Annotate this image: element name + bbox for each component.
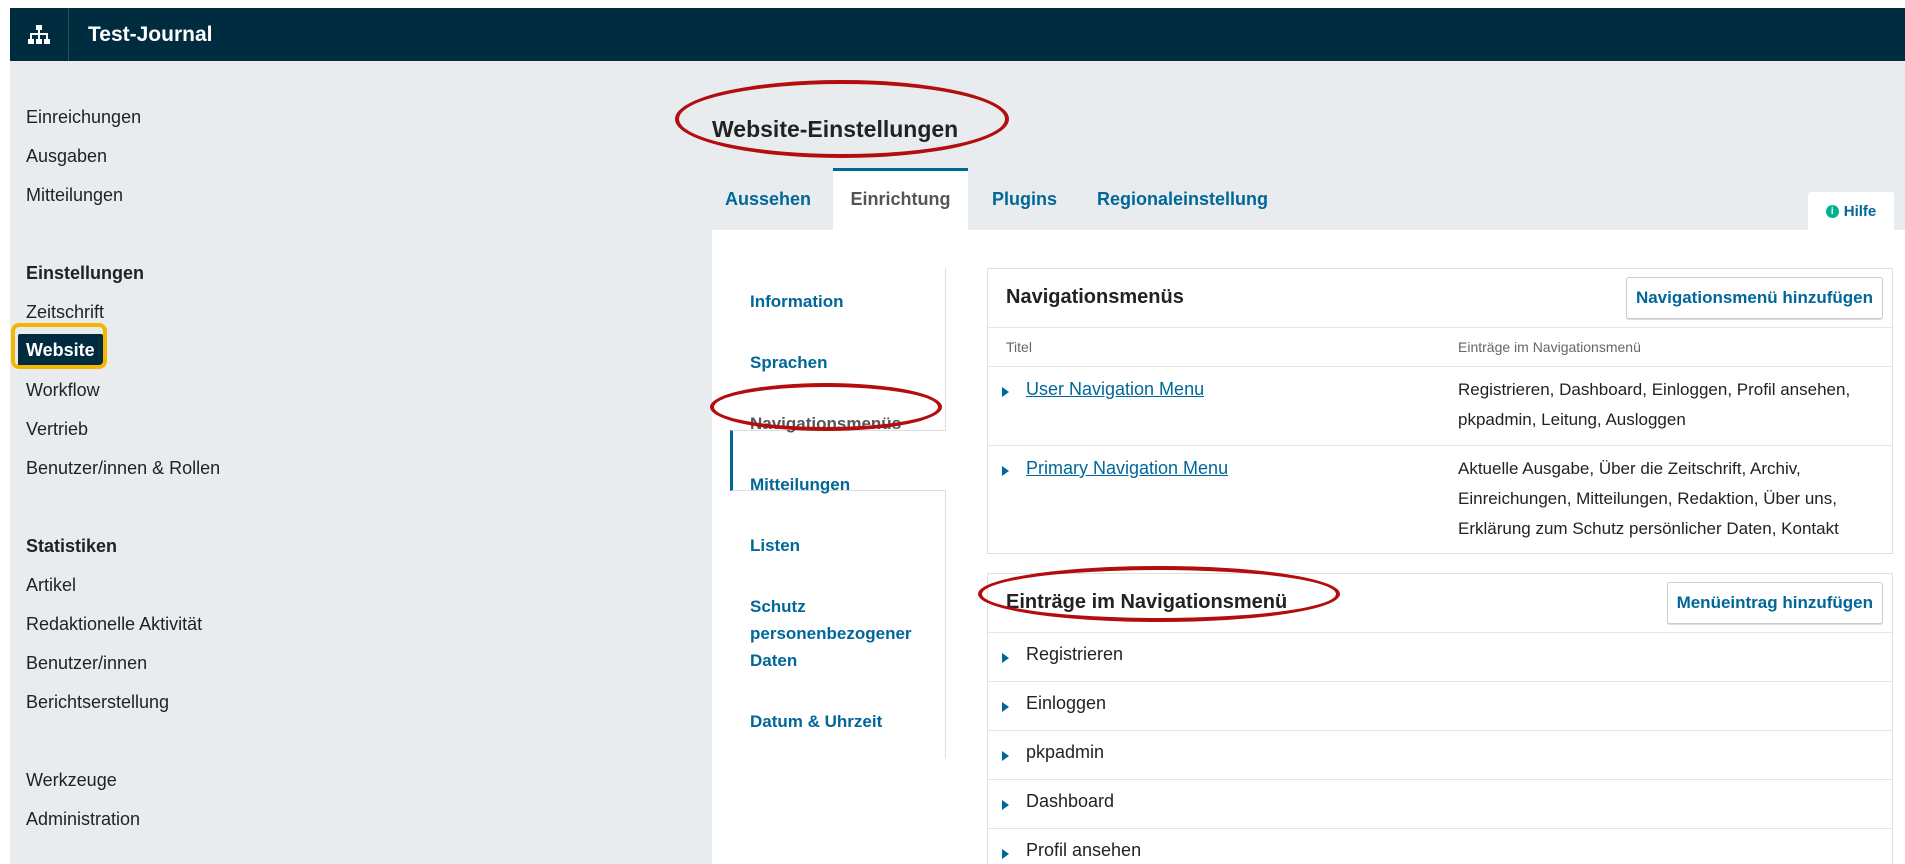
expand-arrow-icon[interactable] — [1002, 800, 1009, 810]
tab-plugins[interactable]: Plugins — [992, 168, 1057, 230]
page-title: Website-Einstellungen — [712, 116, 959, 142]
subnav-sprachen[interactable]: Sprachen — [750, 349, 827, 376]
tab-aussehen[interactable]: Aussehen — [725, 168, 811, 230]
sidebar-item-redaktionelle-aktivitaet[interactable]: Redaktionelle Aktivität — [26, 614, 202, 635]
navigation-menus-card: Navigationsmenüs Navigationsmenü hinzufü… — [987, 268, 1893, 554]
add-menu-entry-button[interactable]: Menüeintrag hinzufügen — [1666, 582, 1883, 624]
sidebar-item-administration[interactable]: Administration — [26, 809, 140, 830]
info-icon: i — [1825, 204, 1839, 218]
sidebar-item-werkzeuge[interactable]: Werkzeuge — [26, 770, 117, 791]
subnav-information[interactable]: Information — [750, 288, 844, 315]
sidebar-item-zeitschrift[interactable]: Zeitschrift — [26, 302, 104, 323]
sidebar-item-berichtserstellung[interactable]: Berichtserstellung — [26, 692, 169, 713]
subnav-navigationsmenues[interactable]: Navigationsmenüs — [750, 410, 901, 437]
statistics-heading: Statistiken — [26, 536, 118, 556]
expand-arrow-icon[interactable] — [1002, 751, 1009, 761]
settings-heading: Einstellungen — [26, 263, 145, 283]
menu-entry-dashboard[interactable]: Dashboard — [1026, 791, 1114, 812]
sidebar-item-ausgaben[interactable]: Ausgaben — [26, 146, 107, 167]
sidebar-item-workflow[interactable]: Workflow — [26, 380, 100, 401]
app-frame: Test-Journal Einreichungen Ausgaben Mitt… — [10, 8, 1905, 864]
tab-regionaleinstellung[interactable]: Regionaleinstellung — [1097, 168, 1268, 230]
menu-entry-pkpadmin[interactable]: pkpadmin — [1026, 742, 1104, 763]
sidebar-item-benutzer-rollen[interactable]: Benutzer/innen & Rollen — [26, 458, 220, 479]
menu-entry-einloggen[interactable]: Einloggen — [1026, 693, 1106, 714]
subnav-datum-uhrzeit[interactable]: Datum & Uhrzeit — [750, 708, 882, 735]
help-button[interactable]: i Hilfe — [1808, 192, 1894, 230]
expand-arrow-icon[interactable] — [1002, 702, 1009, 712]
subnav-mitteilungen[interactable]: Mitteilungen — [750, 471, 850, 498]
expand-arrow-icon[interactable] — [1002, 849, 1009, 859]
sidebar-item-einreichungen[interactable]: Einreichungen — [26, 107, 141, 128]
top-bar: Test-Journal — [10, 8, 1905, 61]
column-header-title: Titel — [1006, 339, 1032, 355]
expand-arrow-icon[interactable] — [1002, 387, 1009, 397]
sidebar-item-vertrieb[interactable]: Vertrieb — [26, 419, 88, 440]
main-panel: Information Sprachen Navigationsmenüs Mi… — [712, 230, 1905, 864]
column-header-entries: Einträge im Navigationsmenü — [1458, 339, 1641, 355]
sidebar-item-artikel[interactable]: Artikel — [26, 575, 76, 596]
sitemap-icon[interactable] — [10, 8, 69, 61]
menu-entry-registrieren[interactable]: Registrieren — [1026, 644, 1123, 665]
user-navigation-menu-link[interactable]: User Navigation Menu — [1026, 379, 1204, 400]
navigation-menus-title: Navigationsmenüs — [1006, 286, 1184, 308]
tab-einrichtung[interactable]: Einrichtung — [833, 168, 968, 230]
add-navigation-menu-button[interactable]: Navigationsmenü hinzufügen — [1625, 277, 1883, 319]
expand-arrow-icon[interactable] — [1002, 653, 1009, 663]
sidebar-item-benutzer[interactable]: Benutzer/innen — [26, 653, 147, 674]
sidebar-item-mitteilungen[interactable]: Mitteilungen — [26, 185, 123, 206]
sub-navigation: Information Sprachen Navigationsmenüs Mi… — [712, 268, 946, 758]
menu-entry-profil-ansehen[interactable]: Profil ansehen — [1026, 840, 1141, 861]
menu-entries-card: Einträge im Navigationsmenü Menüeintrag … — [987, 573, 1893, 864]
subnav-listen[interactable]: Listen — [750, 532, 800, 559]
primary-navigation-menu-link[interactable]: Primary Navigation Menu — [1026, 458, 1228, 479]
journal-title[interactable]: Test-Journal — [88, 8, 212, 61]
user-navigation-menu-entries: Registrieren, Dashboard, Einloggen, Prof… — [1458, 380, 1851, 429]
expand-arrow-icon[interactable] — [1002, 466, 1009, 476]
help-label: Hilfe — [1843, 202, 1877, 220]
sidebar-item-website[interactable]: Website — [18, 334, 103, 367]
subnav-datenschutz[interactable]: Schutz personenbezogener Daten — [750, 593, 930, 674]
menu-entries-title: Einträge im Navigationsmenü — [1006, 591, 1288, 613]
primary-navigation-menu-entries: Aktuelle Ausgabe, Über die Zeitschrift, … — [1458, 459, 1839, 538]
